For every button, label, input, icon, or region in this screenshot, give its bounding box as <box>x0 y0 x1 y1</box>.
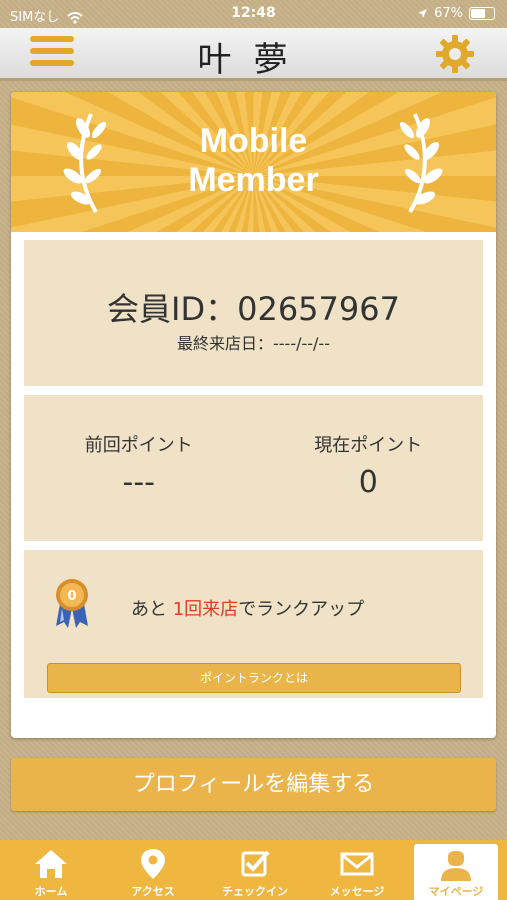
point-rank-info-button[interactable]: ポイントランクとは <box>47 663 461 693</box>
laurel-right-icon <box>399 113 443 214</box>
medal-rank-number: 0 <box>67 589 76 604</box>
rank-suffix: でランクアップ <box>238 599 365 620</box>
medal-icon: 0 <box>56 579 88 628</box>
location-pin-icon <box>141 849 165 879</box>
home-icon <box>35 850 67 878</box>
status-right: 67% <box>417 6 495 21</box>
rank-up-message: あと 1回来店でランクアップ <box>131 595 364 621</box>
current-points-value: 0 <box>358 465 378 500</box>
previous-points-value: --- <box>122 465 155 500</box>
battery-percent: 67% <box>434 6 463 21</box>
last-visit-date: 最終来店日：----/--/-- <box>177 334 330 353</box>
tab-home-label: ホーム <box>34 885 68 898</box>
tab-messages[interactable]: メッセージ <box>306 840 408 900</box>
app-header: 叶夢 <box>0 28 507 81</box>
tab-mypage[interactable]: マイページ <box>414 844 498 900</box>
rank-panel: 0 あと 1回来店でランクアップ ポイントランクとは <box>24 550 483 698</box>
edit-profile-button[interactable]: プロフィールを編集する <box>11 758 496 811</box>
status-bar: SIMなし 12:48 67% <box>0 0 507 28</box>
points-panel: 前回ポイント --- 現在ポイント 0 <box>24 395 483 541</box>
user-icon <box>441 851 471 881</box>
member-card: Mobile Member 会員ID：02657967 最終来店日：----/-… <box>11 92 496 738</box>
tab-access[interactable]: アクセス <box>102 840 204 900</box>
previous-points-label: 前回ポイント <box>84 435 193 456</box>
bottom-tab-bar: ホーム アクセス チェックイン メッセージ マイページ <box>0 840 507 900</box>
envelope-icon <box>340 852 374 876</box>
checkin-icon <box>241 850 270 877</box>
tab-messages-label: メッセージ <box>329 885 385 898</box>
battery-icon <box>469 7 495 20</box>
tab-home[interactable]: ホーム <box>0 840 102 900</box>
member-id: 会員ID：02657967 <box>107 290 400 328</box>
tab-checkin-label: チェックイン <box>222 885 288 898</box>
rank-prefix: あと <box>131 599 167 620</box>
rank-visits-remaining: 1回来店 <box>172 599 239 620</box>
settings-gear-icon[interactable] <box>435 34 475 74</box>
location-arrow-icon <box>418 9 428 18</box>
tab-access-label: アクセス <box>131 885 175 898</box>
current-points-label: 現在ポイント <box>314 435 423 456</box>
member-id-panel: 会員ID：02657967 最終来店日：----/--/-- <box>24 240 483 386</box>
member-banner: Mobile Member <box>11 92 496 232</box>
tab-mypage-label: マイページ <box>428 885 484 898</box>
app-logo: 叶夢 <box>197 40 310 80</box>
tab-checkin[interactable]: チェックイン <box>204 840 306 900</box>
